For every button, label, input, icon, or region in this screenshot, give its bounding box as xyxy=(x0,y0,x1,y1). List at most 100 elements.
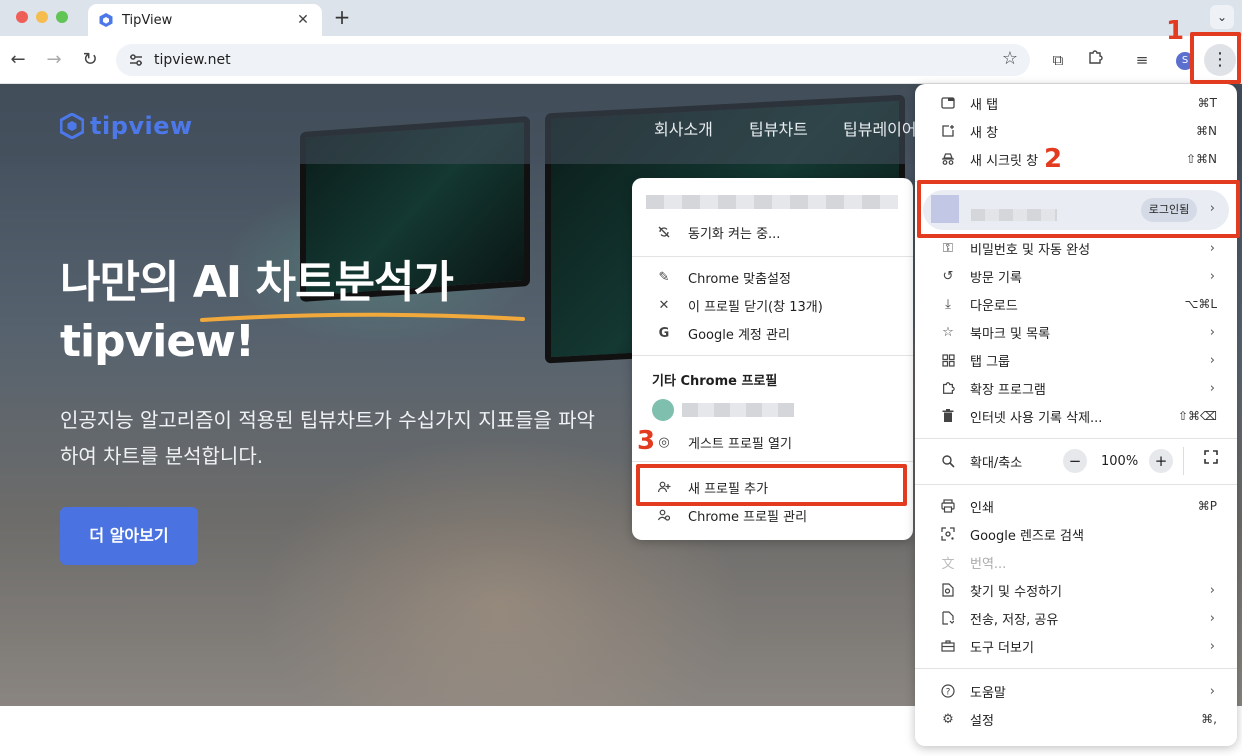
address-bar[interactable]: tipview.net ☆ xyxy=(116,44,1030,76)
menu-item-passwords[interactable]: ⚿ 비밀번호 및 자동 완성 › xyxy=(915,234,1237,262)
lens-icon xyxy=(937,527,959,541)
sync-off-icon xyxy=(654,225,674,239)
browser-tab[interactable]: TipView ✕ xyxy=(88,4,322,36)
nav-link-layer[interactable]: 팁뷰레이어 xyxy=(843,116,917,140)
menu-item-more-tools[interactable]: 도구 더보기 › xyxy=(915,632,1237,660)
star-icon: ☆ xyxy=(942,324,954,340)
cast-label: 전송, 저장, 공유 xyxy=(970,612,1059,628)
site-logo-text: tipview xyxy=(90,112,193,140)
menu-item-new-tab[interactable]: 새 탭 ⌘T xyxy=(915,89,1237,117)
menu-item-clear-data[interactable]: 인터넷 사용 기록 삭제... ⇧⌘⌫ xyxy=(915,402,1237,430)
incognito-label: 새 시크릿 창 xyxy=(970,153,1039,169)
zoom-in-button[interactable]: + xyxy=(1149,449,1173,473)
zoom-out-button[interactable]: − xyxy=(1063,449,1087,473)
new-tab-label: 새 탭 xyxy=(970,97,999,113)
menu-item-lens[interactable]: Google 렌즈로 검색 xyxy=(915,520,1237,548)
bookmark-star-icon[interactable]: ☆ xyxy=(1002,48,1018,69)
close-icon: ✕ xyxy=(658,297,670,313)
gear-icon: ⚙ xyxy=(942,711,954,727)
back-arrow-icon[interactable]: ← xyxy=(6,48,30,72)
manage-account-label: Google 계정 관리 xyxy=(688,327,790,343)
history-label: 방문 기록 xyxy=(970,270,1022,286)
annotation-box-step2 xyxy=(917,180,1240,238)
guest-profile-item[interactable]: ◎ 게스트 프로필 열기 xyxy=(632,428,913,456)
reload-icon[interactable]: ↻ xyxy=(78,48,102,72)
settings-label: 설정 xyxy=(970,713,994,729)
menu-item-help[interactable]: ? 도움말 › xyxy=(915,677,1237,705)
incognito-icon xyxy=(937,152,959,166)
blurred-account-email xyxy=(646,195,898,209)
chevron-right-icon: › xyxy=(1209,324,1215,340)
find-label: 찾기 및 수정하기 xyxy=(970,584,1062,600)
manage-profiles-label: Chrome 프로필 관리 xyxy=(688,509,808,525)
chevron-right-icon: › xyxy=(1209,352,1215,368)
guest-profile-label: 게스트 프로필 열기 xyxy=(688,436,792,452)
profile-avatar-icon xyxy=(652,399,674,421)
new-tab-button[interactable]: + xyxy=(330,6,354,30)
tab-groups-label: 탭 그룹 xyxy=(970,354,1011,370)
other-profiles-header: 기타 Chrome 프로필 xyxy=(652,374,778,389)
sync-item[interactable]: 동기화 켜는 중... xyxy=(632,218,913,246)
forward-arrow-icon[interactable]: → xyxy=(42,48,66,72)
shortcut-text: ⇧⌘N xyxy=(1185,152,1217,166)
toolbox-icon xyxy=(937,640,959,652)
close-window-button[interactable] xyxy=(16,11,28,23)
annotation-box-step1 xyxy=(1190,32,1241,84)
tab-search-chevron-icon[interactable]: ⌄ xyxy=(1210,5,1234,29)
pencil-icon: ✎ xyxy=(658,269,670,285)
find-icon xyxy=(937,583,959,597)
download-icon: ⤓ xyxy=(945,296,951,312)
cast-icon xyxy=(937,611,959,625)
menu-item-downloads[interactable]: ⤓ 다운로드 ⌥⌘L xyxy=(915,290,1237,318)
chevron-right-icon: › xyxy=(1209,683,1215,699)
extensions-puzzle-icon[interactable] xyxy=(1083,48,1107,72)
menu-item-incognito[interactable]: 새 시크릿 창 ⇧⌘N xyxy=(915,145,1237,173)
customize-chrome-item[interactable]: ✎ Chrome 맞춤설정 xyxy=(632,263,913,291)
zoom-window-button[interactable] xyxy=(56,11,68,23)
zoom-icon xyxy=(937,454,959,468)
history-icon: ↺ xyxy=(942,268,954,284)
chevron-right-icon: › xyxy=(1209,268,1215,284)
learn-more-button[interactable]: 더 알아보기 xyxy=(60,507,198,565)
manage-google-account-item[interactable]: G Google 계정 관리 xyxy=(632,319,913,347)
guest-profile-icon: ◎ xyxy=(658,434,670,450)
menu-item-settings[interactable]: ⚙ 설정 ⌘, xyxy=(915,705,1237,733)
downloads-label: 다운로드 xyxy=(970,298,1018,314)
sync-label: 동기화 켜는 중... xyxy=(688,226,781,242)
nav-link-chart[interactable]: 팁뷰차트 xyxy=(749,116,808,140)
menu-item-bookmarks[interactable]: ☆ 북마크 및 목록 › xyxy=(915,318,1237,346)
tab-close-icon[interactable]: ✕ xyxy=(294,12,312,28)
menu-item-find[interactable]: 찾기 및 수정하기 › xyxy=(915,576,1237,604)
site-info-icon[interactable] xyxy=(126,50,146,70)
url-text: tipview.net xyxy=(154,52,231,68)
close-profile-item[interactable]: ✕ 이 프로필 닫기(창 13개) xyxy=(632,291,913,319)
menu-item-print[interactable]: 인쇄 ⌘P xyxy=(915,492,1237,520)
hero-description: 인공지능 알고리즘이 적용된 팁뷰차트가 수십가지 지표들을 파악하여 차트를 … xyxy=(60,408,595,468)
menu-item-new-window[interactable]: 새 창 ⌘N xyxy=(915,117,1237,145)
close-profile-label: 이 프로필 닫기(창 13개) xyxy=(688,299,823,315)
other-profile-item[interactable] xyxy=(632,396,913,424)
minimize-window-button[interactable] xyxy=(36,11,48,23)
trash-icon xyxy=(937,409,959,423)
translate-icon: 文 xyxy=(941,556,955,572)
menu-item-extensions[interactable]: 확장 프로그램 › xyxy=(915,374,1237,402)
shortcut-text: ⌘P xyxy=(1197,499,1217,513)
cast-screen-icon[interactable]: ⧉ xyxy=(1046,48,1070,72)
shortcut-text: ⌘N xyxy=(1196,124,1217,138)
chevron-right-icon: › xyxy=(1209,240,1215,256)
translate-label: 번역... xyxy=(970,556,1007,572)
tipview-logo-icon xyxy=(60,113,84,139)
menu-item-tab-groups[interactable]: 탭 그룹 › xyxy=(915,346,1237,374)
customize-label: Chrome 맞춤설정 xyxy=(688,271,791,287)
lens-label: Google 렌즈로 검색 xyxy=(970,528,1084,544)
site-logo[interactable]: tipview xyxy=(60,112,193,140)
nav-link-company[interactable]: 회사소개 xyxy=(654,116,713,140)
menu-item-history[interactable]: ↺ 방문 기록 › xyxy=(915,262,1237,290)
zoom-level: 100% xyxy=(1101,454,1139,469)
annotation-number-step2: 2 xyxy=(1044,144,1063,174)
hero-headline-brand: tipview! xyxy=(60,316,255,367)
menu-item-cast[interactable]: 전송, 저장, 공유 › xyxy=(915,604,1237,632)
fullscreen-icon[interactable] xyxy=(1199,449,1223,473)
help-icon: ? xyxy=(937,684,959,698)
media-queue-icon[interactable]: ≡ xyxy=(1130,48,1154,72)
